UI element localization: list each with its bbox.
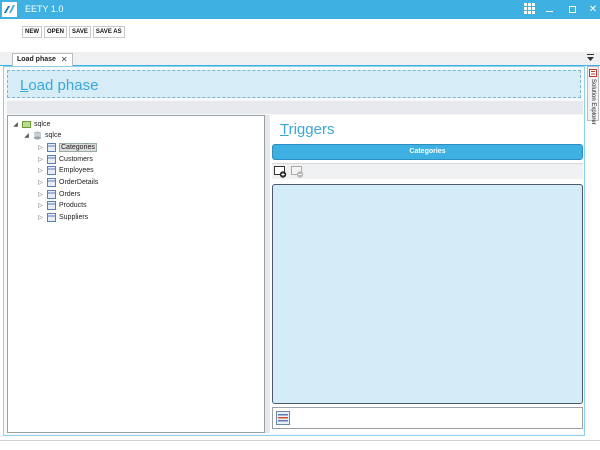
close-icon: ✕ — [588, 4, 598, 15]
tree-node-label: Suppliers — [59, 214, 89, 221]
grid-icon[interactable] — [524, 3, 535, 14]
trigger-editor-icon[interactable] — [276, 411, 290, 425]
triggers-title-accesskey: T — [280, 121, 289, 138]
expand-arrow-icon[interactable]: ▷ — [37, 156, 44, 163]
table-icon — [47, 190, 56, 199]
triggers-list[interactable] — [272, 184, 583, 404]
tree-node-label: Categories — [59, 143, 97, 152]
add-trigger-icon[interactable] — [274, 166, 287, 178]
minimize-button[interactable] — [538, 0, 560, 19]
expand-arrow-icon[interactable]: ▷ — [37, 214, 44, 221]
tree-node-label: sqlce — [45, 132, 62, 139]
tree-node-table[interactable]: ▷ Products — [37, 200, 87, 211]
table-icon — [47, 213, 56, 222]
tree-node-label: OrderDetails — [59, 179, 99, 186]
tree-node-table[interactable]: ▷ Orders — [37, 189, 80, 200]
solution-explorer-icon — [589, 69, 597, 77]
tree-node-label: Orders — [59, 191, 81, 198]
database-icon — [34, 131, 41, 140]
tab-label: Load phase — [17, 56, 56, 63]
expand-arrow-icon[interactable]: ▷ — [37, 144, 44, 151]
tree-node-table[interactable]: ▷ Categories — [37, 142, 97, 153]
database-tree: ◢ sqlce ◢ sqlce ▷ Categories ▷ Customers… — [7, 115, 265, 433]
load-phase-view: Load phase ◢ sqlce ◢ sqlce ▷ Categories … — [3, 66, 585, 436]
tree-node-table[interactable]: ▷ Employees — [37, 165, 94, 176]
tree-node-label: Products — [59, 202, 87, 209]
triggers-panel: Triggers Categories — [270, 115, 583, 433]
selected-table-bar: Categories — [272, 144, 583, 160]
save-as-button[interactable]: SAVE AS — [92, 26, 125, 38]
close-button[interactable]: ✕ — [582, 0, 600, 19]
table-icon — [47, 201, 56, 210]
remove-trigger-icon[interactable] — [291, 166, 304, 178]
table-icon — [47, 143, 56, 152]
tab-list-dropdown-icon[interactable] — [587, 54, 594, 62]
expand-arrow-icon[interactable]: ▷ — [37, 202, 44, 209]
table-icon — [47, 178, 56, 187]
tree-node-label: Customers — [59, 156, 93, 163]
collapse-arrow-icon[interactable]: ◢ — [12, 121, 19, 128]
header-separator — [7, 101, 583, 114]
solution-explorer-label: Solution Explorer — [590, 79, 596, 125]
collapse-arrow-icon[interactable]: ◢ — [23, 132, 30, 139]
trigger-editor-bar — [272, 407, 583, 429]
expand-arrow-icon[interactable]: ▷ — [37, 167, 44, 174]
tree-node-label: Employees — [59, 167, 94, 174]
page-title-rest: oad phase — [28, 77, 99, 94]
expand-arrow-icon[interactable]: ▷ — [37, 191, 44, 198]
tree-node-table[interactable]: ▷ Suppliers — [37, 212, 88, 223]
tree-node-root[interactable]: ◢ sqlce — [12, 119, 50, 130]
new-button[interactable]: NEW — [22, 26, 42, 38]
maximize-button[interactable] — [561, 0, 583, 19]
solution-explorer-tab[interactable]: Solution Explorer — [587, 66, 599, 125]
triggers-title-rest: riggers — [288, 121, 335, 138]
open-button[interactable]: OPEN — [44, 26, 68, 38]
tree-node-table[interactable]: ▷ OrderDetails — [37, 177, 98, 188]
table-icon — [47, 166, 56, 175]
page-title: Load phase — [20, 77, 98, 94]
app-window: EETY 1.0 ✕ NEW OPEN SAVE SAVE AS Load ph… — [0, 0, 600, 450]
document-tab-strip: Load phase ✕ — [0, 52, 600, 66]
status-divider — [0, 440, 600, 441]
window-title: EETY 1.0 — [25, 4, 64, 14]
database-connection-icon — [22, 121, 31, 128]
tree-node-database[interactable]: ◢ sqlce — [23, 130, 61, 141]
table-icon — [47, 155, 56, 164]
title-bar: EETY 1.0 ✕ — [0, 0, 600, 19]
tab-close-icon[interactable]: ✕ — [61, 54, 68, 66]
maximize-icon — [568, 6, 576, 13]
triggers-title: Triggers — [280, 121, 334, 138]
tab-load-phase[interactable]: Load phase ✕ — [12, 53, 73, 66]
minimize-icon — [545, 10, 553, 12]
save-button[interactable]: SAVE — [69, 26, 91, 38]
app-logo-icon — [2, 2, 17, 17]
tree-node-table[interactable]: ▷ Customers — [37, 154, 93, 165]
expand-arrow-icon[interactable]: ▷ — [37, 179, 44, 186]
main-toolbar: NEW OPEN SAVE SAVE AS — [22, 26, 125, 38]
page-header: Load phase — [7, 70, 581, 98]
tree-node-label: sqlce — [34, 121, 51, 128]
triggers-toolbar — [272, 163, 583, 179]
